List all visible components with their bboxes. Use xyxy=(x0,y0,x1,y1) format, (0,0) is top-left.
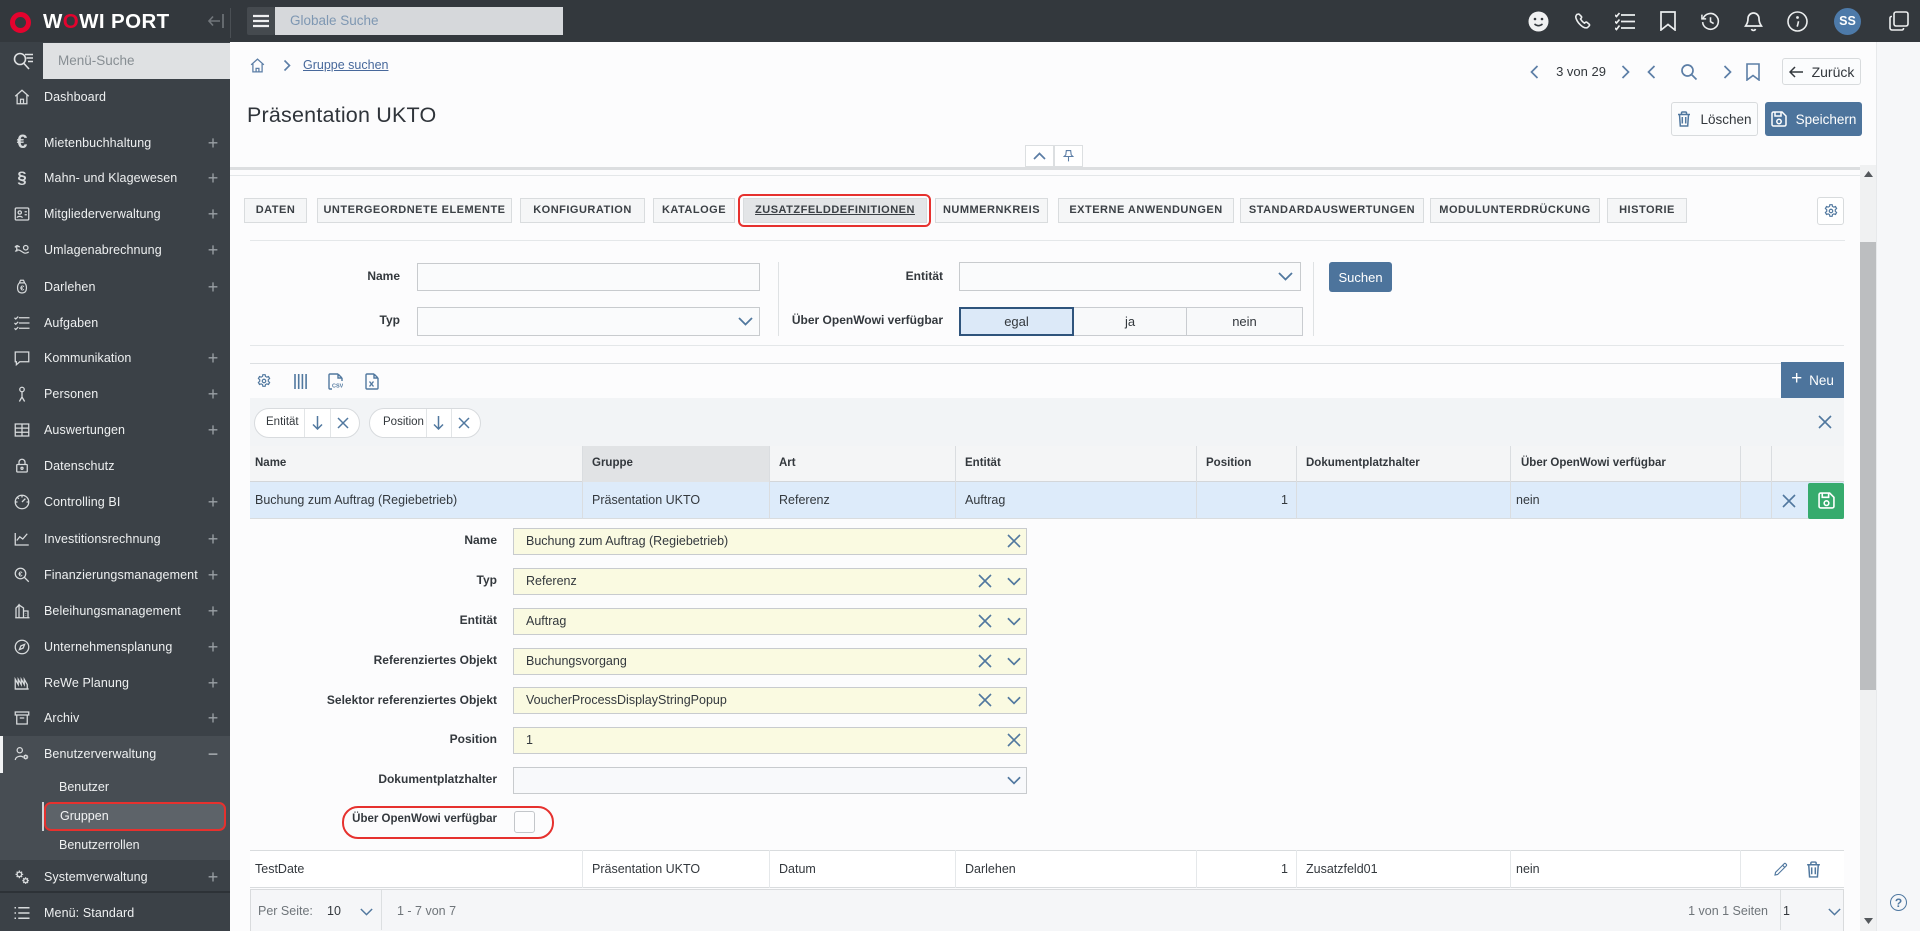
svg-text:€: € xyxy=(18,570,23,579)
svg-text:€: € xyxy=(20,283,25,292)
svg-text:CSV: CSV xyxy=(332,384,343,390)
